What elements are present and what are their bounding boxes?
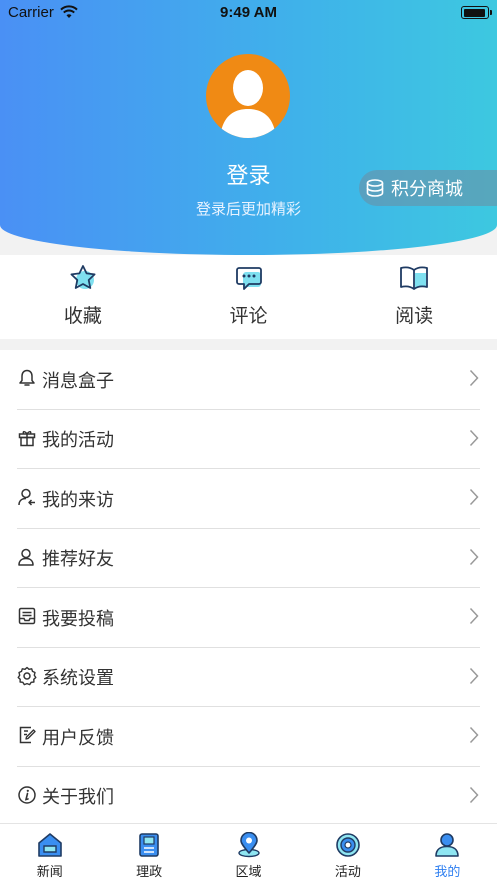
quick-action-reading[interactable]: 阅读 (331, 255, 497, 339)
menu-item-about-us[interactable]: 关于我们 (0, 767, 497, 827)
tab-profile[interactable]: 我的 (398, 824, 497, 883)
menu-item-label: 系统设置 (42, 668, 114, 690)
chevron-right-icon (469, 786, 479, 803)
points-mall-button[interactable]: 积分商城 (359, 170, 497, 206)
book-icon (400, 266, 429, 290)
settings-menu: 消息盒子 我的活动 我的来访 推荐好友 我要投稿 系统设置 用户反馈 关于我们 (0, 350, 497, 823)
quick-action-favorites[interactable]: 收藏 (0, 255, 166, 339)
menu-item-my-activities[interactable]: 我的活动 (0, 410, 497, 470)
menu-item-recommend-friends[interactable]: 推荐好友 (0, 529, 497, 589)
menu-item-label: 用户反馈 (42, 727, 114, 749)
quick-action-label: 收藏 (63, 305, 102, 327)
chevron-right-icon (469, 488, 479, 506)
tab-label: 理政 (136, 865, 163, 880)
menu-item-system-settings[interactable]: 系统设置 (0, 648, 497, 708)
government-icon (139, 833, 159, 857)
tab-news[interactable]: 新闻 (0, 824, 99, 883)
bell-icon (19, 369, 35, 386)
gear-icon (17, 666, 37, 685)
menu-item-label: 消息盒子 (42, 370, 114, 392)
tab-label: 新闻 (36, 865, 63, 880)
chevron-right-icon (469, 667, 479, 684)
submit-icon (18, 607, 36, 625)
quick-actions: 收藏 评论 阅读 (0, 255, 497, 339)
menu-item-label: 我要投稿 (42, 608, 114, 630)
comment-icon (235, 267, 262, 290)
avatar[interactable] (206, 54, 290, 138)
battery-icon (461, 6, 492, 19)
chevron-right-icon (469, 607, 479, 625)
menu-item-submit-article[interactable]: 我要投稿 (0, 588, 497, 648)
tab-government[interactable]: 理政 (99, 824, 198, 883)
menu-item-label: 我的活动 (42, 430, 114, 452)
profile-icon (435, 833, 460, 857)
star-icon (70, 265, 96, 289)
bottom-tab-bar: 新闻 理政 区域 活动 我的 (0, 823, 497, 883)
tab-label: 区域 (235, 865, 262, 880)
feedback-icon (19, 726, 36, 744)
chevron-right-icon (469, 369, 479, 387)
tab-label: 我的 (434, 865, 461, 880)
menu-item-message-box[interactable]: 消息盒子 (0, 350, 497, 410)
avatar-person-icon (220, 70, 276, 138)
gift-icon (18, 430, 36, 446)
menu-item-label: 我的来访 (42, 489, 114, 511)
info-icon (18, 785, 36, 804)
tab-region[interactable]: 区域 (199, 824, 298, 883)
tab-label: 活动 (334, 865, 361, 880)
coins-icon (366, 179, 384, 197)
points-mall-label: 积分商城 (391, 179, 463, 200)
menu-item-user-feedback[interactable]: 用户反馈 (0, 707, 497, 767)
status-bar: Carrier 9:49 AM (0, 0, 497, 26)
quick-action-label: 阅读 (395, 305, 434, 327)
visitor-icon (18, 488, 35, 506)
quick-action-label: 评论 (229, 305, 268, 327)
location-icon (237, 832, 260, 858)
chevron-right-icon (469, 726, 479, 744)
activity-icon (336, 833, 360, 857)
news-icon (37, 833, 62, 857)
status-time: 9:49 AM (220, 4, 277, 21)
menu-item-label: 关于我们 (42, 787, 114, 809)
quick-action-comments[interactable]: 评论 (166, 255, 332, 339)
user-icon (18, 548, 34, 566)
chevron-right-icon (469, 548, 479, 565)
chevron-right-icon (469, 429, 479, 446)
tab-activity[interactable]: 活动 (298, 824, 397, 883)
menu-item-label: 推荐好友 (42, 549, 114, 571)
menu-item-my-visitors[interactable]: 我的来访 (0, 469, 497, 529)
profile-header: Carrier 9:49 AM 登录 登录后更加精彩 积分商城 (0, 0, 497, 255)
